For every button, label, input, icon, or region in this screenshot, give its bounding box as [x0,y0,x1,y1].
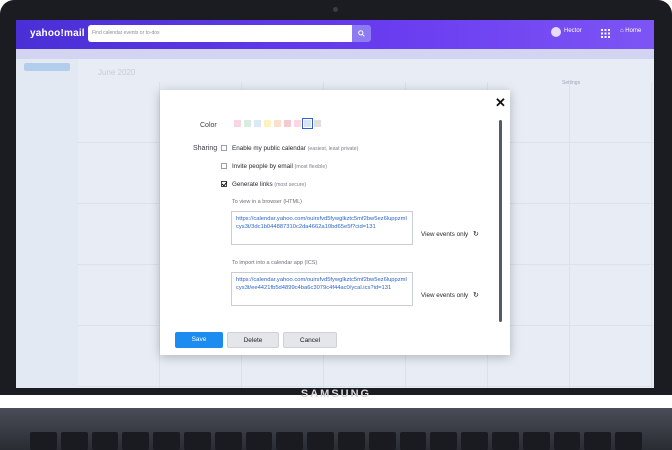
color-swatch[interactable] [254,120,261,127]
option-note: (most flexible) [294,164,327,170]
search-icon [358,30,365,37]
color-swatch[interactable] [244,120,251,127]
camera-dot [333,7,338,12]
yahoo-mail-logo[interactable]: yahoo!mail [30,28,85,39]
html-refresh-icon[interactable]: ↻ [473,230,479,238]
html-link-heading: To view in a browser (HTML) [232,199,302,205]
color-swatches [234,118,321,129]
ics-view-events-label: View events only [421,292,469,299]
app-header: yahoo!mail Find calendar events or to-do… [16,20,654,49]
generate-links-option[interactable]: Generate links (most secure) [221,181,306,188]
home-label: Home [625,28,642,34]
search-button[interactable] [352,25,371,42]
ics-url-field[interactable]: https://calendar.yahoo.com/ouirsfvd5fywg… [231,272,413,306]
ics-refresh-icon[interactable]: ↻ [473,291,479,299]
search-input[interactable]: Find calendar events or to-dos [88,25,352,42]
option-label: Enable my public calendar [232,145,306,152]
screen: yahoo!mail Find calendar events or to-do… [16,20,654,388]
avatar[interactable] [551,27,561,37]
color-swatch-selected[interactable] [302,118,313,129]
dialog-scrollbar[interactable] [499,120,502,322]
delete-button[interactable]: Delete [227,332,279,348]
sharing-label: Sharing [193,145,218,152]
public-calendar-checkbox[interactable] [221,145,227,151]
color-swatch[interactable] [284,120,291,127]
apps-grid-icon[interactable] [601,29,610,38]
close-icon[interactable]: ✕ [495,96,506,109]
color-swatch[interactable] [234,120,241,127]
option-label: Generate links [232,181,273,188]
keyboard-row [30,432,642,450]
save-button[interactable]: Save [175,332,223,348]
color-swatch[interactable] [314,120,321,127]
laptop-bezel: yahoo!mail Find calendar events or to-do… [0,0,672,395]
user-name[interactable]: Hector [564,28,582,34]
public-calendar-option[interactable]: Enable my public calendar (easiest, leas… [221,145,358,152]
option-note: (easiest, least private) [307,146,359,152]
invite-email-checkbox[interactable] [221,163,227,169]
ics-link-heading: To import into a calendar app (ICS) [232,260,318,266]
html-view-events-label: View events only [421,231,469,238]
color-swatch[interactable] [264,120,271,127]
home-link[interactable]: ⌂ Home [620,28,641,34]
color-swatch[interactable] [274,120,281,127]
color-label: Color [200,122,217,129]
calendar-settings-dialog: ✕ Color Sharing Enable my public calenda… [160,90,510,355]
home-icon: ⌂ [620,28,624,34]
cancel-button[interactable]: Cancel [283,332,337,348]
generate-links-checkbox[interactable] [221,181,227,187]
option-label: Invite people by email [232,163,293,170]
invite-email-option[interactable]: Invite people by email (most flexible) [221,163,327,170]
option-note: (most secure) [274,182,307,188]
device-brand: SAMSUNG [300,388,372,400]
html-url-field[interactable]: https://calendar.yahoo.com/ouirsfvd5fywg… [231,211,413,245]
color-swatch[interactable] [294,120,301,127]
